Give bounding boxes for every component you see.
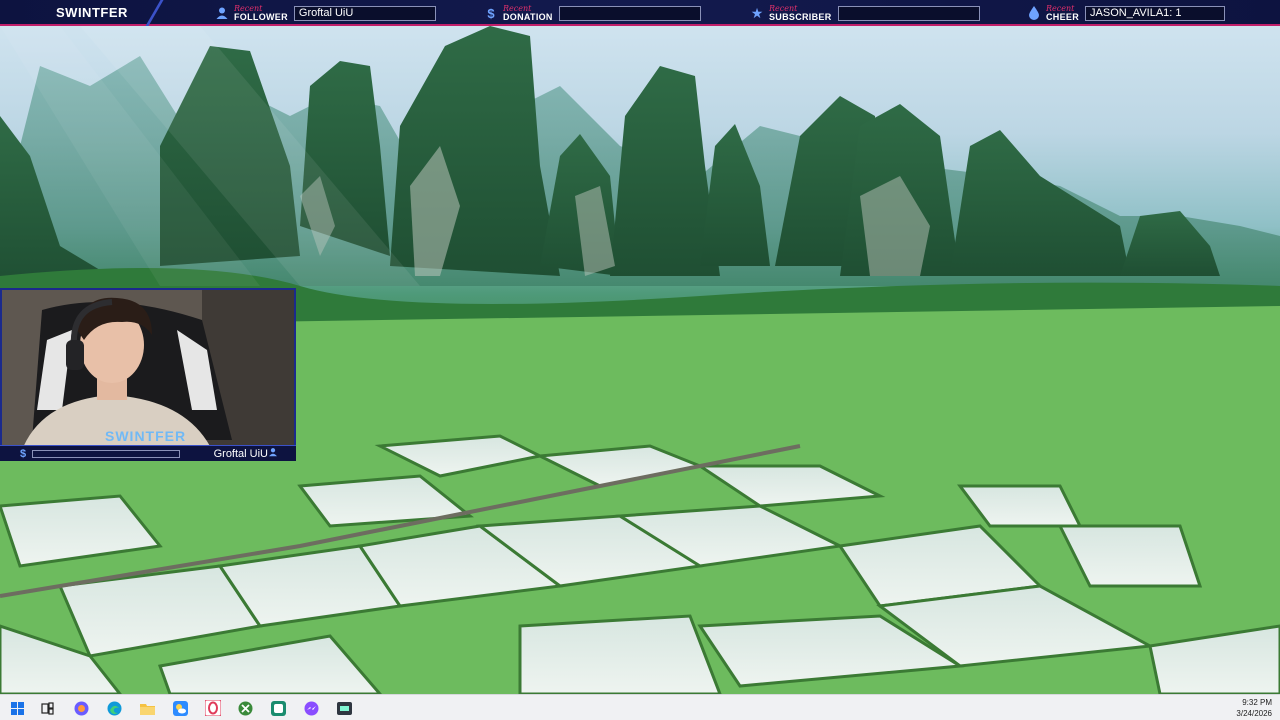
streamer-webcam-image (2, 290, 294, 446)
windows-start-icon[interactable] (9, 700, 25, 716)
alert-kind: CHEER (1046, 12, 1080, 22)
recent-donation-value (558, 5, 701, 21)
recent-subscriber-value (837, 5, 980, 21)
alert-kind: DONATION (503, 12, 553, 22)
drop-icon (1026, 5, 1042, 21)
webcam-overlay: SWINTFER $ Groftal UiU (0, 288, 296, 473)
clock-date: 3/24/2026 (1236, 709, 1272, 718)
messenger-icon[interactable] (303, 700, 319, 716)
edge-browser-icon[interactable] (106, 700, 122, 716)
file-explorer-icon[interactable] (139, 700, 155, 716)
recent-follower-alert: Recent FOLLOWER Groftal UiU (214, 3, 436, 23)
star-icon: ★ (750, 4, 764, 21)
task-view-icon[interactable] (39, 700, 55, 716)
system-clock[interactable]: 9:32 PM 3/24/2026 (1236, 697, 1272, 719)
latest-follower-name: Groftal UiU (213, 447, 268, 460)
recent-follower-value: Groftal UiU (293, 5, 436, 21)
alert-kind: SUBSCRIBER (769, 12, 832, 22)
windows-taskbar: 9:32 PM 3/24/2026 (0, 694, 1280, 720)
channel-brand: SWINTFER (0, 0, 160, 24)
webcam-info-strip: $ Groftal UiU (0, 445, 296, 461)
recent-subscriber-alert: ★ Recent SUBSCRIBER (749, 3, 980, 23)
user-icon (214, 5, 230, 21)
streamlabs-icon[interactable] (336, 700, 352, 716)
recent-cheer-alert: Recent CHEER JASON_AVILA1: 1 (1026, 3, 1226, 23)
webcam-feed (0, 288, 296, 448)
weather-app-icon[interactable] (172, 700, 188, 716)
xbox-icon[interactable] (237, 700, 253, 716)
photos-app-icon[interactable] (73, 700, 89, 716)
opera-gx-icon[interactable] (205, 700, 221, 716)
dollar-icon: $ (487, 5, 495, 21)
recent-cheer-value: JASON_AVILA1: 1 (1085, 5, 1226, 21)
obs-studio-icon[interactable] (270, 700, 286, 716)
stream-alerts-bar: SWINTFER Recent FOLLOWER Groftal UiU $ R… (0, 0, 1280, 26)
clock-time: 9:32 PM (1242, 698, 1272, 707)
goal-progress-bar (32, 450, 180, 458)
recent-donation-alert: $ Recent DONATION (483, 3, 701, 23)
dollar-icon: $ (20, 447, 27, 460)
alert-kind: FOLLOWER (234, 12, 288, 22)
user-icon (268, 447, 278, 460)
channel-watermark: SWINTFER (105, 428, 187, 444)
